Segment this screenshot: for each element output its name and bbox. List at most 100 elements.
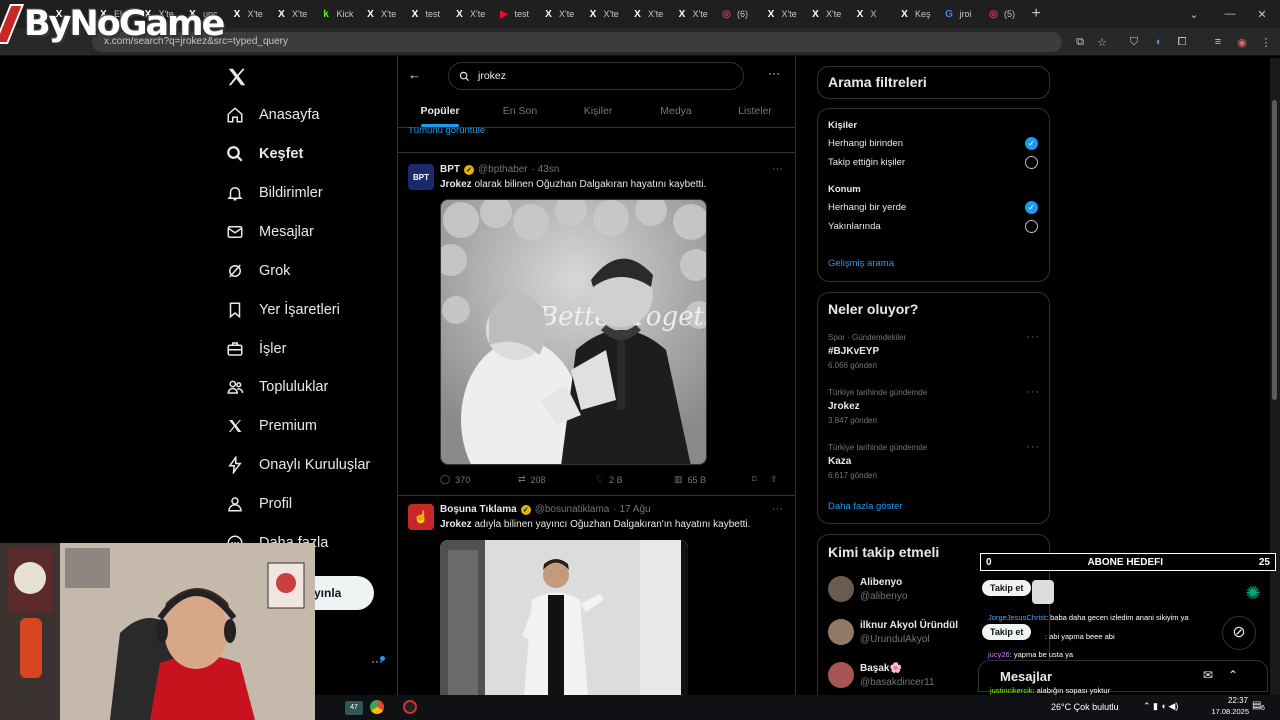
tab-media[interactable]: Medya: [644, 96, 708, 126]
tab-search-icon[interactable]: ⌄: [1176, 0, 1212, 28]
nav-item-i-şler[interactable]: İşler: [225, 330, 286, 368]
star-icon[interactable]: ☆: [1094, 34, 1110, 50]
browser-tab[interactable]: X X'te: [267, 0, 312, 28]
tweet-1-handle[interactable]: @bpthaber: [478, 164, 528, 175]
follow-suggestion-avatar[interactable]: [828, 619, 854, 645]
advanced-search-link[interactable]: Gelişmiş arama: [828, 258, 894, 269]
trend-more-icon[interactable]: ···: [1026, 331, 1040, 343]
tweet-1-more-icon[interactable]: ···: [772, 163, 783, 175]
follow-suggestion-avatar[interactable]: [828, 576, 854, 602]
reply-button[interactable]: ◯ 370: [440, 474, 518, 485]
browser-tab[interactable]: k Kick: [312, 0, 357, 28]
audio-icon[interactable]: ◖: [1150, 34, 1166, 50]
nav-item-keşfet[interactable]: Keşfet: [225, 135, 303, 173]
messages-drawer-title[interactable]: Mesajlar: [1000, 669, 1052, 684]
clock-date[interactable]: 17.08.2025: [1203, 707, 1249, 716]
follow-suggestion-avatar[interactable]: [828, 662, 854, 688]
nav-item-bildirimler[interactable]: Bildirimler: [225, 174, 323, 212]
browser-tab[interactable]: Xtest: [401, 0, 446, 28]
minimize-icon[interactable]: —: [1212, 0, 1248, 28]
nav-item-topluluklar[interactable]: Topluluklar: [225, 368, 328, 406]
install-icon[interactable]: ⧉: [1072, 34, 1088, 50]
tab-popular[interactable]: Popüler: [408, 96, 472, 126]
weather-widget[interactable]: 26°C Çok bulutlu: [1051, 702, 1119, 712]
follow-suggestion-name[interactable]: ilknur Akyol Üründül: [860, 620, 958, 631]
location-option-nearby[interactable]: Yakınlarında: [828, 221, 881, 232]
tab-people[interactable]: Kişiler: [566, 96, 630, 126]
people-option-following[interactable]: Takip ettiğin kişiler: [828, 157, 905, 168]
radio-following[interactable]: [1025, 156, 1038, 169]
trend-more-icon[interactable]: ···: [1026, 386, 1040, 398]
tray-icons[interactable]: ⌃ ▮ ◖ ◀): [1143, 701, 1178, 712]
follow-button-overlay[interactable]: Takip et: [982, 580, 1032, 596]
share-button[interactable]: ⇪: [770, 474, 782, 485]
follow-suggestion-handle[interactable]: @alibenyo: [860, 591, 907, 602]
see-all-link[interactable]: Tümünü görüntüle: [408, 127, 485, 137]
profile-avatar-icon[interactable]: ◉: [1234, 34, 1250, 50]
obs-taskbar-icon[interactable]: [403, 700, 417, 714]
browser-tab[interactable]: ◎ (6): [712, 0, 757, 28]
follow-button-overlay-2[interactable]: Takip et: [982, 624, 1032, 640]
browser-tab[interactable]: ▶ test: [490, 0, 535, 28]
browser-tab[interactable]: X X'te: [623, 0, 668, 28]
tab-lists[interactable]: Listeler: [722, 96, 788, 126]
url-field[interactable]: x.com/search?q=jrokez&src=typed_query: [92, 32, 1062, 52]
follow-suggestion-name[interactable]: Alibenyo: [860, 577, 902, 588]
expand-icon[interactable]: ⌃: [1228, 668, 1238, 682]
follow-suggestion-handle[interactable]: @basakdincer11: [860, 677, 934, 688]
like-button[interactable]: ♡ 2 B: [596, 474, 674, 485]
browser-tab[interactable]: X X'te: [534, 0, 579, 28]
retweet-button[interactable]: ⇄ 208: [518, 474, 596, 485]
close-window-icon[interactable]: ✕: [1244, 0, 1280, 28]
browser-tab[interactable]: X X'te: [579, 0, 624, 28]
tweet-1-author[interactable]: BPT: [440, 164, 460, 175]
clock-time[interactable]: 22:37: [1208, 696, 1248, 705]
trend-more-icon[interactable]: ···: [1026, 441, 1040, 453]
shield-icon[interactable]: ⛉: [1126, 34, 1142, 50]
post-button[interactable]: yınla: [314, 576, 374, 610]
radio-nearby[interactable]: [1025, 220, 1038, 233]
browser-tab[interactable]: ◎ (5): [979, 0, 1024, 28]
search-input[interactable]: jrokez: [448, 62, 744, 90]
follow-suggestion-name[interactable]: Başak🌸: [860, 663, 902, 674]
tweet-2-time[interactable]: · 17 Ağu: [613, 504, 650, 515]
browser-tab[interactable]: X Keş: [890, 0, 935, 28]
bpt-avatar[interactable]: BPT: [408, 164, 434, 190]
trend-name[interactable]: Jrokez: [828, 401, 860, 412]
nav-item-anasayfa[interactable]: Anasayfa: [225, 96, 319, 134]
new-message-icon[interactable]: ✉: [1203, 668, 1213, 682]
nav-item-profil[interactable]: Profil: [225, 485, 292, 523]
chatgpt-icon[interactable]: ✺: [1240, 580, 1266, 606]
scrollbar-thumb[interactable]: [1272, 100, 1277, 400]
nav-item-onaylı-kuruluşlar[interactable]: Onaylı Kuruluşlar: [225, 446, 370, 484]
follow-suggestion-handle[interactable]: @UrundulAkyol: [860, 634, 930, 645]
location-option-anywhere[interactable]: Herhangi bir yerde: [828, 202, 906, 213]
browser-tab[interactable]: XX: [846, 0, 891, 28]
menu-kebab-icon[interactable]: ⋮: [1258, 34, 1274, 50]
tweet-2-more-icon[interactable]: ···: [772, 503, 783, 515]
taskbar-badge[interactable]: 47: [345, 701, 363, 715]
people-option-anyone[interactable]: Herhangi birinden: [828, 138, 903, 149]
bookmark-button[interactable]: ⌑: [752, 474, 770, 485]
tweet-2-author[interactable]: Boşuna Tıklama: [440, 504, 517, 515]
trend-name[interactable]: Kaza: [828, 456, 851, 467]
tab-latest[interactable]: En Son: [488, 96, 552, 126]
browser-tab[interactable]: X X'te: [668, 0, 713, 28]
chrome-taskbar-icon[interactable]: [370, 700, 384, 714]
x-logo-icon[interactable]: [226, 66, 248, 88]
nav-item-yer-i-şaretleri[interactable]: Yer İşaretleri: [225, 291, 340, 329]
back-arrow-icon[interactable]: ←: [408, 67, 421, 82]
grok-float-icon[interactable]: ⊘: [1222, 616, 1256, 650]
extensions-icon[interactable]: ⧠: [1174, 34, 1190, 50]
nav-item-mesajlar[interactable]: Mesajlar: [225, 213, 314, 251]
radio-anyone-checked[interactable]: ✓: [1025, 137, 1038, 150]
reading-list-icon[interactable]: ≡: [1210, 34, 1226, 50]
trend-name[interactable]: #BJKvEYP: [828, 346, 879, 357]
tweet-1-image[interactable]: Better Together: [440, 199, 707, 465]
new-tab-button[interactable]: +: [1032, 5, 1041, 23]
browser-tab[interactable]: X X'te: [356, 0, 401, 28]
nav-item-premium[interactable]: Premium: [225, 407, 317, 445]
browser-tab[interactable]: X X'te: [801, 0, 846, 28]
browser-tab[interactable]: X X'te: [757, 0, 802, 28]
tweet-2-image[interactable]: [440, 540, 688, 696]
